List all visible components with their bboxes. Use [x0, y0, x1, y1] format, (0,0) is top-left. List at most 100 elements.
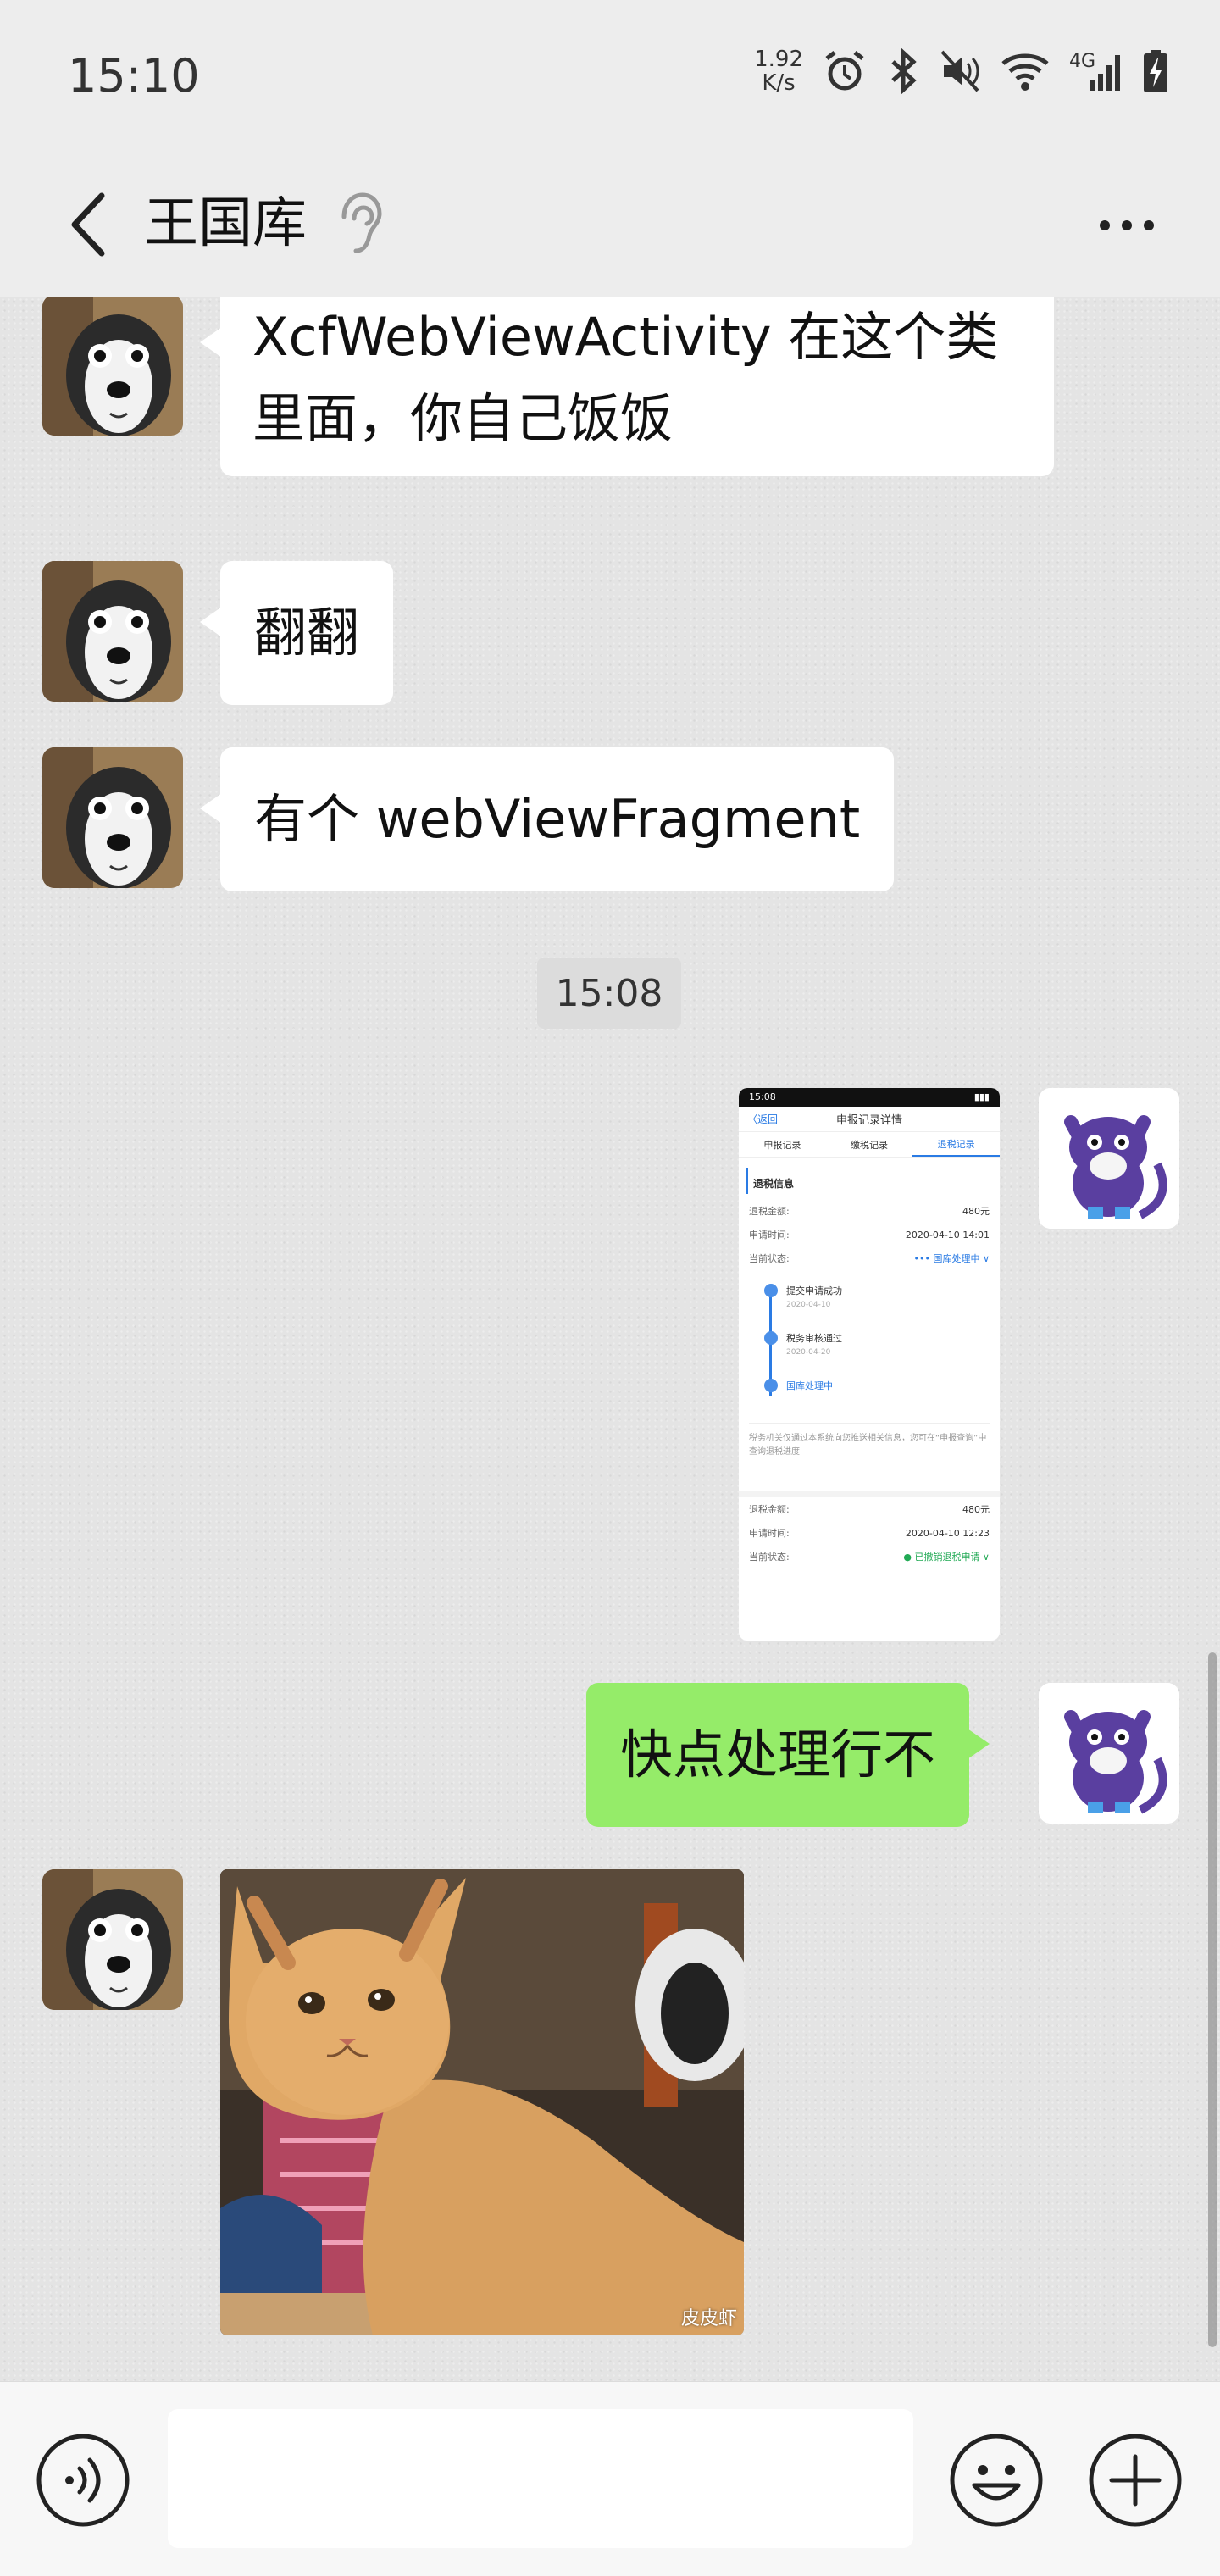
more-icon-dot [1144, 220, 1154, 230]
screenshot-row: 申请时间: 2020-04-10 12:23 [739, 1521, 1000, 1545]
screenshot-tab: 申报记录 [763, 1139, 801, 1151]
row-value: 2020-04-10 14:01 [905, 1229, 990, 1241]
back-arrow-icon [71, 192, 105, 257]
network-label: 4G [1069, 51, 1095, 72]
cat-photo-message[interactable]: 皮皮虾 [220, 1869, 744, 2335]
more-icon-dot [1122, 220, 1132, 230]
message-text: 有个 webViewFragment [254, 788, 861, 850]
screenshot-title: 申报记录详情 [835, 1114, 902, 1127]
status-bar: 15:10 1.92 K/s 4G [0, 0, 1220, 153]
row-label: 当前状态: [749, 1552, 790, 1563]
row-label: 申请时间: [749, 1528, 790, 1539]
message-input[interactable] [168, 2409, 913, 2548]
screenshot-progress-steps: 提交申请成功 2020-04-10 税务审核通过 2020-04-20 国库处理中 [739, 1270, 1000, 1414]
status-icons: 1.92 K/s 4G [754, 47, 1169, 95]
screenshot-status-icons: ▮▮▮ [973, 1091, 990, 1102]
step-label: 提交申请成功 [786, 1285, 842, 1296]
orange-cat-photo [220, 1869, 744, 2335]
screenshot-row: 当前状态: ● 已撤销退税申请 ∨ [739, 1545, 1000, 1568]
screenshot-tab-active: 退税记录 [912, 1132, 1000, 1157]
row-label: 退税金额: [749, 1206, 790, 1217]
row-value: 480元 [962, 1504, 990, 1515]
husky-avatar-image [42, 747, 183, 888]
avatar-husky[interactable] [42, 1869, 183, 2010]
photo-watermark: 皮皮虾 [680, 2308, 737, 2329]
progress-step: 提交申请成功 2020-04-10 [764, 1282, 1000, 1330]
message-text: 快点处理行不 [620, 1724, 936, 1785]
avatar-husky[interactable] [42, 747, 183, 888]
row-value: 2020-04-10 12:23 [905, 1527, 990, 1539]
cartoon-cat-avatar-image [1039, 1683, 1179, 1824]
alarm-icon [825, 51, 864, 91]
step-label: 税务审核通过 [786, 1333, 842, 1344]
husky-avatar-image [42, 1869, 183, 2010]
net-speed-unit: K/s [762, 70, 796, 96]
row-value: 480元 [962, 1206, 990, 1217]
plus-icon [1089, 2434, 1182, 2527]
row-label: 申请时间: [749, 1230, 790, 1241]
screenshot-status-bar: 15:08 ▮▮▮ [739, 1088, 1000, 1107]
check-icon [764, 1284, 778, 1297]
screenshot-row: 申请时间: 2020-04-10 14:01 [739, 1223, 1000, 1246]
avatar-husky[interactable] [42, 297, 183, 436]
step-date: 2020-04-10 [786, 1301, 831, 1309]
screenshot-row: 退税金额: 480元 [739, 1497, 1000, 1521]
more-functions-button[interactable] [1088, 2433, 1183, 2528]
screenshot-section-title: 退税信息 [746, 1168, 1000, 1194]
voice-input-button[interactable] [36, 2433, 130, 2528]
more-icon-dot [1100, 220, 1110, 230]
husky-avatar-image [42, 561, 183, 702]
progress-step: 国库处理中 [764, 1377, 1000, 1424]
screenshot-nav: 〈返回 申报记录详情 [739, 1107, 1000, 1132]
check-icon [764, 1331, 778, 1345]
wifi-icon [1001, 53, 1049, 91]
avatar-self-cat[interactable] [1039, 1088, 1179, 1229]
screenshot-tabs: 申报记录 缴税记录 退税记录 [739, 1132, 1000, 1158]
status-dot-icon [764, 1379, 778, 1392]
row-label: 当前状态: [749, 1253, 790, 1264]
row-label: 退税金额: [749, 1504, 790, 1515]
chat-scrollbar[interactable] [1208, 1652, 1217, 2347]
avatar-self-cat[interactable] [1039, 1683, 1179, 1824]
step-label: 国库处理中 [786, 1380, 833, 1391]
message-bubble-1[interactable]: XcfWebViewActivity 在这个类 里面，你自己饭饭 [200, 297, 1054, 476]
status-time: 15:10 [68, 49, 200, 103]
cartoon-cat-avatar-image [1039, 1088, 1179, 1229]
husky-avatar-image [42, 297, 183, 436]
chat-header: 王国库 [0, 153, 1220, 297]
message-bubble-2[interactable]: 翻翻 [199, 561, 394, 705]
emoji-button[interactable] [949, 2433, 1044, 2528]
message-bubble-6[interactable]: 快点处理行不 [586, 1683, 990, 1827]
screenshot-note: 税务机关仅通过本系统向您推送相关信息，您可在“申报查询”中查询退税进度 [749, 1423, 990, 1482]
message-text: 翻翻 [254, 602, 360, 663]
chat-message-list[interactable]: XcfWebViewActivity 在这个类 里面，你自己饭饭 翻翻 有个 w… [0, 297, 1220, 2381]
emoji-icon [950, 2434, 1043, 2527]
voice-icon [36, 2434, 130, 2527]
chat-title: 王国库 [144, 192, 307, 255]
screenshot-time: 15:08 [749, 1091, 776, 1102]
row-value: ● 已撤销退税申请 ∨ [903, 1552, 990, 1563]
net-speed: 1.92 K/s [754, 47, 803, 95]
back-button[interactable] [42, 178, 136, 271]
step-date: 2020-04-20 [786, 1348, 831, 1357]
more-options-button[interactable] [1084, 192, 1169, 259]
screenshot-image-message[interactable]: 15:08 ▮▮▮ 〈返回 申报记录详情 申报记录 缴税记录 退税记录 退税信息 … [739, 1088, 1000, 1641]
battery-charging-icon [1144, 50, 1167, 92]
signal-icon: 4G [1069, 51, 1120, 91]
row-value: ••• 国库处理中 ∨ [913, 1253, 990, 1264]
message-bubble-3[interactable]: 有个 webViewFragment [199, 747, 895, 891]
bluetooth-icon [891, 48, 917, 94]
message-timestamp: 15:08 [537, 958, 681, 1029]
chat-input-bar [0, 2381, 1220, 2576]
screenshot-divider [739, 1491, 1000, 1497]
screenshot-row: 退税金额: 480元 [739, 1199, 1000, 1223]
message-text-line: XcfWebViewActivity 在这个类 [252, 306, 999, 368]
progress-step: 税务审核通过 2020-04-20 [764, 1330, 1000, 1377]
screenshot-tab: 缴税记录 [851, 1139, 888, 1151]
message-text-line: 里面，你自己饭饭 [252, 387, 674, 449]
avatar-husky[interactable] [42, 561, 183, 702]
screenshot-row: 当前状态: ••• 国库处理中 ∨ [739, 1246, 1000, 1270]
net-speed-value: 1.92 [754, 47, 803, 72]
mute-icon [940, 50, 979, 92]
ear-icon [341, 192, 382, 253]
